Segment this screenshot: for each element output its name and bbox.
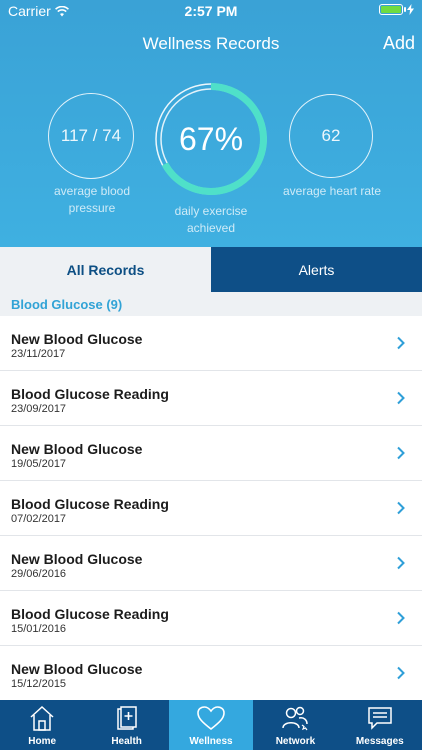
battery-icon: [379, 4, 406, 15]
exercise-value: 67%: [178, 120, 244, 157]
exercise-label-line2: achieved: [186, 221, 236, 235]
page-title: Wellness Records: [142, 34, 280, 53]
record-title: Blood Glucose Reading: [11, 386, 169, 402]
record-row[interactable]: New Blood Glucose 19/05/2017: [0, 426, 422, 481]
tabbar-wellness-label: Wellness: [189, 736, 233, 747]
add-button[interactable]: Add: [383, 33, 415, 54]
record-row[interactable]: Blood Glucose Reading 07/02/2017: [0, 481, 422, 536]
record-title: Blood Glucose Reading: [11, 496, 169, 512]
record-row[interactable]: Blood Glucose Reading 23/09/2017: [0, 371, 422, 426]
blood-pressure-value: 117 / 74: [60, 126, 122, 145]
chevron-right-icon: [397, 391, 405, 405]
record-date: 07/02/2017: [11, 513, 67, 525]
exercise-label: daily exercise achieved: [150, 203, 272, 237]
health-record-icon: [116, 706, 137, 730]
charging-icon: [407, 4, 414, 15]
chevron-right-icon: [397, 611, 405, 625]
blood-pressure-label-line2: pressure: [68, 201, 116, 215]
record-title: New Blood Glucose: [11, 441, 143, 457]
network-people-icon: [282, 706, 309, 731]
tabbar-network[interactable]: Network: [253, 700, 337, 750]
message-bubble-icon: [368, 707, 392, 730]
chevron-right-icon: [397, 501, 405, 515]
record-row[interactable]: New Blood Glucose 29/06/2016: [0, 536, 422, 591]
chevron-right-icon: [397, 446, 405, 460]
tab-all-records[interactable]: All Records: [0, 247, 211, 292]
record-row[interactable]: New Blood Glucose 23/11/2017: [0, 316, 422, 371]
record-title: New Blood Glucose: [11, 331, 143, 347]
tabbar-health-label: Health: [111, 736, 142, 747]
record-title: New Blood Glucose: [11, 551, 143, 567]
tabbar-messages[interactable]: Messages: [338, 700, 422, 750]
tabbar-health[interactable]: Health: [84, 700, 168, 750]
tabbar-messages-label: Messages: [355, 736, 404, 747]
heart-icon: [197, 706, 225, 731]
blood-pressure-label: average blood pressure: [36, 183, 148, 217]
heart-rate-ring: 62: [289, 94, 373, 178]
tab-alerts[interactable]: Alerts: [211, 247, 422, 292]
tabbar-wellness[interactable]: Wellness: [168, 700, 254, 750]
heart-rate-value: 62: [321, 126, 341, 145]
clock: 2:57 PM: [184, 3, 238, 19]
record-date: 15/01/2016: [11, 623, 67, 635]
tabbar-home-label: Home: [28, 736, 57, 747]
record-date: 23/11/2017: [11, 348, 66, 360]
exercise-label-line1: daily exercise: [174, 204, 248, 218]
home-icon: [30, 705, 54, 731]
chevron-right-icon: [397, 336, 405, 350]
record-row[interactable]: Blood Glucose Reading 15/01/2016: [0, 591, 422, 646]
bottom-tab-bar: Home Health Wellness Network Messages: [0, 700, 422, 750]
exercise-progress-ring: 67%: [150, 78, 272, 200]
record-title: New Blood Glucose: [11, 661, 143, 677]
record-row[interactable]: New Blood Glucose 15/12/2015: [0, 646, 422, 701]
tabbar-network-label: Network: [275, 736, 316, 747]
status-right: [379, 4, 414, 15]
heart-rate-label: average heart rate: [282, 184, 382, 198]
record-date: 23/09/2017: [11, 403, 67, 415]
tabbar-home[interactable]: Home: [0, 700, 84, 750]
chevron-right-icon: [397, 666, 405, 680]
record-date: 19/05/2017: [11, 458, 67, 470]
blood-pressure-ring: 117 / 74: [48, 93, 134, 179]
records-segmented-control: All Records Alerts: [0, 247, 422, 292]
status-bar: Carrier 2:57 PM: [0, 0, 422, 22]
section-header: Blood Glucose (9): [0, 292, 422, 316]
wellness-summary-header: Carrier 2:57 PM Wellness Records Add 117…: [0, 0, 422, 247]
record-title: Blood Glucose Reading: [11, 606, 169, 622]
record-date: 29/06/2016: [11, 568, 67, 580]
records-list: New Blood Glucose 23/11/2017 Blood Glucose…: [0, 316, 422, 701]
record-date: 15/12/2015: [11, 678, 67, 690]
blood-pressure-label-line1: average blood: [53, 184, 131, 198]
chevron-right-icon: [397, 556, 405, 570]
